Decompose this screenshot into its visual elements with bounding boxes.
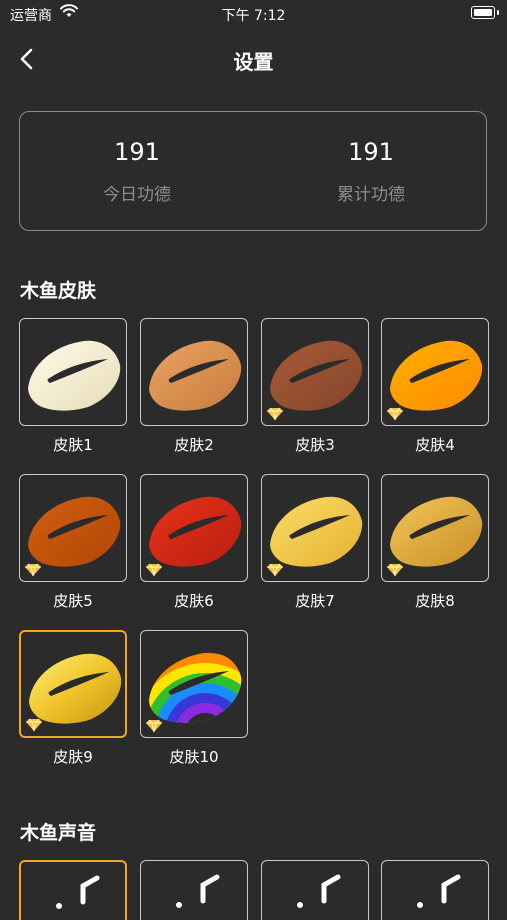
diamond-icon <box>26 718 42 732</box>
wooden-fish-icon <box>28 340 121 411</box>
sound-option-4[interactable] <box>381 860 489 920</box>
diamond-icon <box>146 719 162 733</box>
wooden-fish-icon <box>390 496 483 567</box>
skin-option-3[interactable]: 皮肤3 <box>261 318 369 455</box>
skin-label: 皮肤7 <box>295 592 335 610</box>
navigation-bar: 设置 <box>0 36 507 80</box>
skin-option-7[interactable]: 皮肤7 <box>261 474 369 611</box>
diamond-icon <box>267 563 283 577</box>
diamond-icon <box>387 407 403 421</box>
sound-option-1[interactable] <box>19 860 127 920</box>
skin-thumbnail <box>19 474 127 582</box>
diamond-icon <box>146 563 162 577</box>
wooden-fish-icon <box>28 496 121 567</box>
wooden-fish-icon <box>29 653 122 724</box>
clock: 下午 7:12 <box>221 8 286 24</box>
skin-label: 皮肤10 <box>169 748 219 766</box>
skin-option-6[interactable]: 皮肤6 <box>140 474 248 611</box>
skin-thumbnail <box>19 318 127 426</box>
diamond-icon <box>267 407 283 421</box>
skin-option-9[interactable]: 皮肤9 <box>19 630 127 767</box>
skin-thumbnail <box>140 318 248 426</box>
mallet-icon <box>56 875 100 909</box>
skin-label: 皮肤6 <box>174 592 214 610</box>
mallet-icon <box>297 874 341 908</box>
skin-thumbnail <box>140 630 248 738</box>
sound-option-3[interactable] <box>261 860 369 920</box>
skin-option-5[interactable]: 皮肤5 <box>19 474 127 611</box>
skin-option-4[interactable]: 皮肤4 <box>381 318 489 455</box>
mallet-icon <box>176 874 220 908</box>
skins-section-title: 木鱼皮肤 <box>20 280 97 302</box>
status-bar: 运营商 下午 7:12 <box>0 0 507 28</box>
total-merit-label: 累计功德 <box>337 185 405 205</box>
total-merit: 191 累计功德 <box>254 138 488 205</box>
today-merit-value: 191 <box>114 138 160 166</box>
skin-thumbnail <box>381 318 489 426</box>
skin-label: 皮肤2 <box>174 436 214 454</box>
skin-thumbnail <box>261 474 369 582</box>
skin-label: 皮肤3 <box>295 436 335 454</box>
skin-option-1[interactable]: 皮肤1 <box>19 318 127 455</box>
merit-stats-card: 191 今日功德 191 累计功德 <box>19 111 487 231</box>
total-merit-value: 191 <box>348 138 394 166</box>
skin-label: 皮肤4 <box>415 436 455 454</box>
skin-option-10[interactable]: 皮肤10 <box>140 630 248 767</box>
sound-section-title: 木鱼声音 <box>20 822 97 844</box>
skin-label: 皮肤8 <box>415 592 455 610</box>
wooden-fish-icon <box>149 496 242 567</box>
mallet-icon <box>417 874 461 908</box>
wooden-fish-icon <box>270 340 363 411</box>
battery-icon <box>471 6 499 19</box>
wooden-fish-icon <box>149 340 242 411</box>
page-title: 设置 <box>233 50 274 74</box>
skin-thumbnail <box>140 474 248 582</box>
skin-thumbnail <box>261 318 369 426</box>
today-merit-label: 今日功德 <box>103 185 171 205</box>
diamond-icon <box>387 563 403 577</box>
skin-label: 皮肤5 <box>53 592 93 610</box>
wooden-fish-icon <box>390 340 483 411</box>
skin-thumbnail <box>381 474 489 582</box>
sound-option-2[interactable] <box>140 860 248 920</box>
wooden-fish-icon <box>270 496 363 567</box>
skin-thumbnail <box>19 630 127 738</box>
wooden-fish-icon <box>149 652 242 723</box>
today-merit: 191 今日功德 <box>20 138 254 205</box>
diamond-icon <box>25 563 41 577</box>
skin-option-8[interactable]: 皮肤8 <box>381 474 489 611</box>
skin-option-2[interactable]: 皮肤2 <box>140 318 248 455</box>
skin-label: 皮肤9 <box>53 748 93 766</box>
skin-label: 皮肤1 <box>53 436 93 454</box>
